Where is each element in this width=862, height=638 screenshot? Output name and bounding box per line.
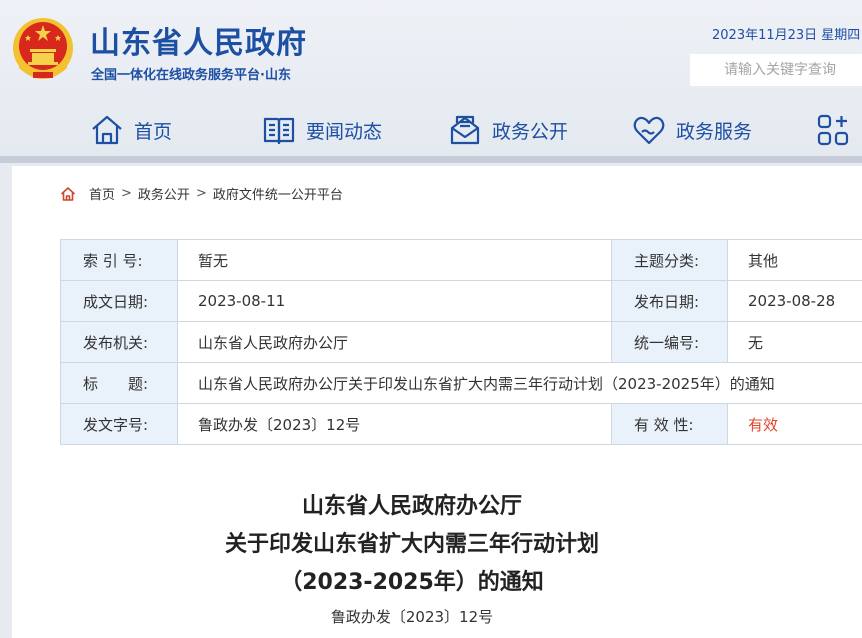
open-gov-icon [448, 113, 482, 147]
document-number: 鲁政办发〔2023〕12号 [12, 606, 812, 627]
search-input[interactable] [690, 54, 862, 86]
document-title-line3: （2023-2025年）的通知 [12, 564, 812, 602]
breadcrumb: 首页 > 政务公开 > 政府文件统一公开平台 [60, 184, 343, 203]
breadcrumb-file-platform[interactable]: 政府文件统一公开平台 [213, 184, 343, 203]
breadcrumb-open-gov[interactable]: 政务公开 [138, 184, 190, 203]
nav-item-home[interactable]: 首页 [90, 104, 172, 156]
issuer-value: 山东省人民政府办公厅 [178, 322, 612, 363]
nav-item-service[interactable]: 政务服务 [632, 104, 752, 156]
nav-label-service: 政务服务 [676, 117, 752, 144]
nav-item-open-gov[interactable]: 政务公开 [448, 104, 568, 156]
validity-label: 有 效 性: [612, 404, 728, 445]
index-value: 暂无 [178, 240, 612, 281]
document-title: 山东省人民政府办公厅 关于印发山东省扩大内需三年行动计划 （2023-2025年… [12, 488, 812, 602]
table-row: 发布机关: 山东省人民政府办公厅 统一编号: 无 [61, 322, 862, 363]
site-title[interactable]: 山东省人民政府 [90, 18, 307, 62]
breadcrumb-separator: > [196, 186, 207, 201]
published-label: 发布日期: [612, 281, 728, 322]
header-divider [0, 156, 862, 163]
nav-item-interaction[interactable] [816, 104, 860, 156]
document-title-line2: 关于印发山东省扩大内需三年行动计划 [12, 526, 812, 564]
created-value: 2023-08-11 [178, 281, 612, 322]
home-icon [90, 113, 124, 147]
nav-item-news[interactable]: 要闻动态 [262, 104, 382, 156]
site-subtitle: 全国一体化在线政务服务平台·山东 [91, 64, 291, 83]
published-value: 2023-08-28 [728, 281, 862, 322]
document-title-line1: 山东省人民政府办公厅 [12, 488, 812, 526]
docno-label: 发文字号: [61, 404, 178, 445]
title-value: 山东省人民政府办公厅关于印发山东省扩大内需三年行动计划（2023-2025年）的… [178, 363, 862, 404]
table-row: 索 引 号: 暂无 主题分类: 其他 [61, 240, 862, 281]
table-row: 标 题: 山东省人民政府办公厅关于印发山东省扩大内需三年行动计划（2023-20… [61, 363, 862, 404]
serial-value: 无 [728, 322, 862, 363]
nav-label-home: 首页 [134, 117, 172, 144]
heart-service-icon [632, 113, 666, 147]
docno-value: 鲁政办发〔2023〕12号 [178, 404, 612, 445]
created-label: 成文日期: [61, 281, 178, 322]
nav-label-news: 要闻动态 [306, 117, 382, 144]
topic-label: 主题分类: [612, 240, 728, 281]
title-label: 标 题: [61, 363, 178, 404]
document-meta-table: 索 引 号: 暂无 主题分类: 其他 成文日期: 2023-08-11 发布日期… [60, 239, 862, 445]
national-emblem-icon [11, 16, 75, 82]
breadcrumb-home[interactable]: 首页 [89, 184, 115, 203]
interaction-icon [816, 113, 850, 147]
table-row: 成文日期: 2023-08-11 发布日期: 2023-08-28 [61, 281, 862, 322]
breadcrumb-separator: > [121, 186, 132, 201]
table-row: 发文字号: 鲁政办发〔2023〕12号 有 效 性: 有效 [61, 404, 862, 445]
issuer-label: 发布机关: [61, 322, 178, 363]
news-icon [262, 113, 296, 147]
current-date: 2023年11月23日 星期四 [712, 24, 860, 43]
site-header: 山东省人民政府 全国一体化在线政务服务平台·山东 2023年11月23日 星期四… [0, 0, 862, 160]
validity-value: 有效 [728, 404, 862, 445]
serial-label: 统一编号: [612, 322, 728, 363]
main-nav: 首页 要闻动态 政务公开 政务服务 [0, 104, 862, 156]
index-label: 索 引 号: [61, 240, 178, 281]
nav-label-open-gov: 政务公开 [492, 117, 568, 144]
main-content: 首页 > 政务公开 > 政府文件统一公开平台 索 引 号: 暂无 主题分类: 其… [12, 166, 862, 638]
topic-value: 其他 [728, 240, 862, 281]
breadcrumb-home-icon[interactable] [60, 186, 76, 202]
